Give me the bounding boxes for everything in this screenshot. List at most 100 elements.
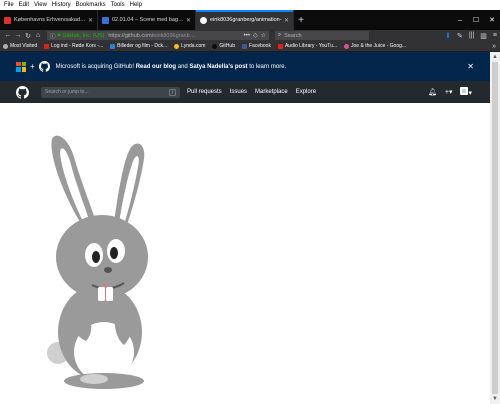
github-header: Search or jump to... / Pull requests Iss… [0, 81, 490, 103]
satya-post-link[interactable]: Satya Nadella's post [189, 64, 247, 70]
create-new-icon[interactable]: +▾ [445, 88, 453, 96]
url-path: eirik8036granb… [153, 32, 196, 39]
page-content [0, 103, 490, 403]
sidebar-icon[interactable]: ▥ [480, 32, 487, 40]
bookmark-lynda[interactable]: Lynda.com [174, 43, 205, 49]
close-window-icon[interactable]: ✕ [484, 10, 500, 30]
home-icon[interactable]: ⌂ [33, 32, 43, 39]
bookmark-github[interactable]: GitHub [212, 43, 235, 49]
info-icon[interactable]: ⓘ [50, 32, 56, 40]
hamburger-menu-icon[interactable]: ≡ [493, 32, 497, 39]
search-shortcut-badge: / [169, 88, 176, 96]
github-favicon-icon [200, 16, 207, 24]
search-placeholder: Search [284, 32, 302, 39]
scroll-thumb[interactable] [492, 62, 498, 394]
facebook-icon [241, 43, 247, 49]
navigation-bar: ← → ↻ ⌂ ⓘ 🔒︎ GitHub, Inc. (US) https://g… [0, 30, 500, 41]
github-logo-icon [38, 61, 50, 72]
youtube-icon [277, 43, 283, 49]
bookmark-red-cross[interactable]: Log ind - Røde Kors -... [44, 43, 103, 49]
github-nav: Pull requests Issues Marketplace Explore [187, 89, 324, 95]
bookmark-label: GitHub [219, 43, 235, 49]
github-icon [212, 43, 218, 49]
bookmark-label: Most Visited [10, 43, 38, 49]
menu-file[interactable]: File [4, 2, 14, 8]
video-favicon-icon [102, 16, 109, 24]
images-icon [110, 43, 116, 49]
nav-issues[interactable]: Issues [230, 89, 247, 95]
joe-juice-icon [344, 43, 350, 49]
menu-tools[interactable]: Tools [111, 2, 125, 8]
menu-history[interactable]: History [52, 2, 71, 8]
pocket-icon[interactable]: ◇ [253, 32, 258, 39]
nav-marketplace[interactable]: Marketplace [255, 89, 288, 95]
tab-title: Københavns Erhvervsakademi [14, 17, 86, 23]
bookmark-star-icon[interactable]: ☆ [261, 32, 266, 39]
library-icon[interactable]: ||| [469, 32, 474, 39]
scroll-down-icon[interactable]: ▼ [490, 394, 500, 404]
user-menu[interactable]: ▾ [460, 87, 472, 97]
url-bar[interactable]: ⓘ 🔒︎ GitHub, Inc. (US) https://github.co… [47, 31, 269, 40]
bell-icon[interactable]: 🔔︎ [428, 88, 437, 96]
menu-bar: File Edit View History Bookmarks Tools H… [0, 0, 500, 10]
bookmark-label: Facebook [248, 43, 271, 49]
red-cross-icon [44, 43, 50, 49]
github-search-placeholder: Search or jump to... [45, 89, 89, 95]
scroll-up-icon[interactable]: ▲ [490, 52, 500, 62]
site-identity: GitHub, Inc. (US) [62, 32, 105, 39]
lock-icon[interactable]: 🔒︎ [58, 32, 61, 39]
window-controls: – ☐ ✕ [452, 10, 500, 30]
bookmarks-toolbar: Most Visited Log ind - Røde Kors -... Bi… [0, 41, 500, 52]
bookmark-joe-juice[interactable]: Joe & the Juice - Goog... [344, 43, 406, 49]
read-blog-link[interactable]: Read our blog [136, 64, 176, 70]
banner-text-2: and [177, 63, 188, 70]
menu-bookmarks[interactable]: Bookmarks [76, 2, 106, 8]
tab-strip: Københavns Erhvervsakademi ✕ 02.01.04 – … [0, 10, 500, 30]
new-tab-button[interactable]: + [294, 10, 308, 30]
tab-github[interactable]: eirik8036granberg/animation- ✕ [196, 10, 294, 30]
reload-icon[interactable]: ↻ [23, 32, 33, 40]
close-banner-icon[interactable]: ✕ [467, 62, 474, 71]
bookmark-audio-library[interactable]: Audio Library - YouTu... [277, 43, 338, 49]
tab-scene[interactable]: 02.01.04 – Scene med baggrund ✕ [98, 10, 196, 30]
kea-favicon-icon [4, 16, 11, 24]
search-icon: ⌕ [278, 32, 282, 38]
bookmark-label: Lynda.com [181, 43, 206, 49]
download-icon[interactable]: ⬇ [445, 32, 451, 40]
minimize-icon[interactable]: – [452, 10, 468, 30]
bookmark-most-visited[interactable]: Most Visited [3, 43, 37, 49]
maximize-icon[interactable]: ☐ [468, 10, 484, 30]
banner-text-3: to learn more. [249, 63, 287, 70]
toolbar-icons: ⬇ ✎ ||| ▥ ≡ [439, 32, 497, 40]
nav-explore[interactable]: Explore [296, 89, 316, 95]
tab-close-icon[interactable]: ✕ [284, 17, 289, 24]
tools-icon[interactable]: ✎ [457, 32, 463, 40]
tab-title: eirik8036granberg/animation- [210, 17, 282, 23]
page-actions-icon[interactable]: ••• [244, 33, 250, 39]
nav-pull-requests[interactable]: Pull requests [187, 89, 222, 95]
bookmark-label: Audio Library - YouTu... [284, 43, 338, 49]
github-search-input[interactable]: Search or jump to... / [41, 86, 180, 98]
page-scrollbar[interactable]: ▲ ▼ [490, 52, 500, 404]
search-bar[interactable]: ⌕ Search [275, 31, 369, 40]
microsoft-logo-icon [16, 61, 26, 72]
menu-help[interactable]: Help [130, 2, 142, 8]
bookmark-label: Joe & the Juice - Goog... [351, 43, 407, 49]
url-actions: ••• ◇ ☆ [237, 32, 266, 40]
bookmarks-overflow-icon[interactable]: » [492, 43, 500, 50]
back-arrow-icon[interactable]: ← [3, 32, 13, 39]
bookmark-images[interactable]: Billeder og film - Dck... [110, 43, 167, 49]
menu-view[interactable]: View [34, 2, 47, 8]
acquisition-banner: + Microsoft is acquiring GitHub! Read ou… [0, 52, 490, 81]
bookmark-label: Log ind - Røde Kors -... [51, 43, 104, 49]
banner-text-1: Microsoft is acquiring GitHub! [55, 63, 135, 70]
github-mark-icon[interactable] [16, 85, 29, 99]
tab-close-icon[interactable]: ✕ [186, 17, 191, 24]
bookmark-facebook[interactable]: Facebook [241, 43, 271, 49]
tab-kea[interactable]: Københavns Erhvervsakademi ✕ [0, 10, 98, 30]
forward-arrow-icon[interactable]: → [13, 32, 23, 39]
menu-edit[interactable]: Edit [19, 2, 29, 8]
tab-close-icon[interactable]: ✕ [88, 17, 93, 24]
lynda-icon [174, 43, 180, 49]
url-base: https://github.com/ [108, 32, 154, 39]
